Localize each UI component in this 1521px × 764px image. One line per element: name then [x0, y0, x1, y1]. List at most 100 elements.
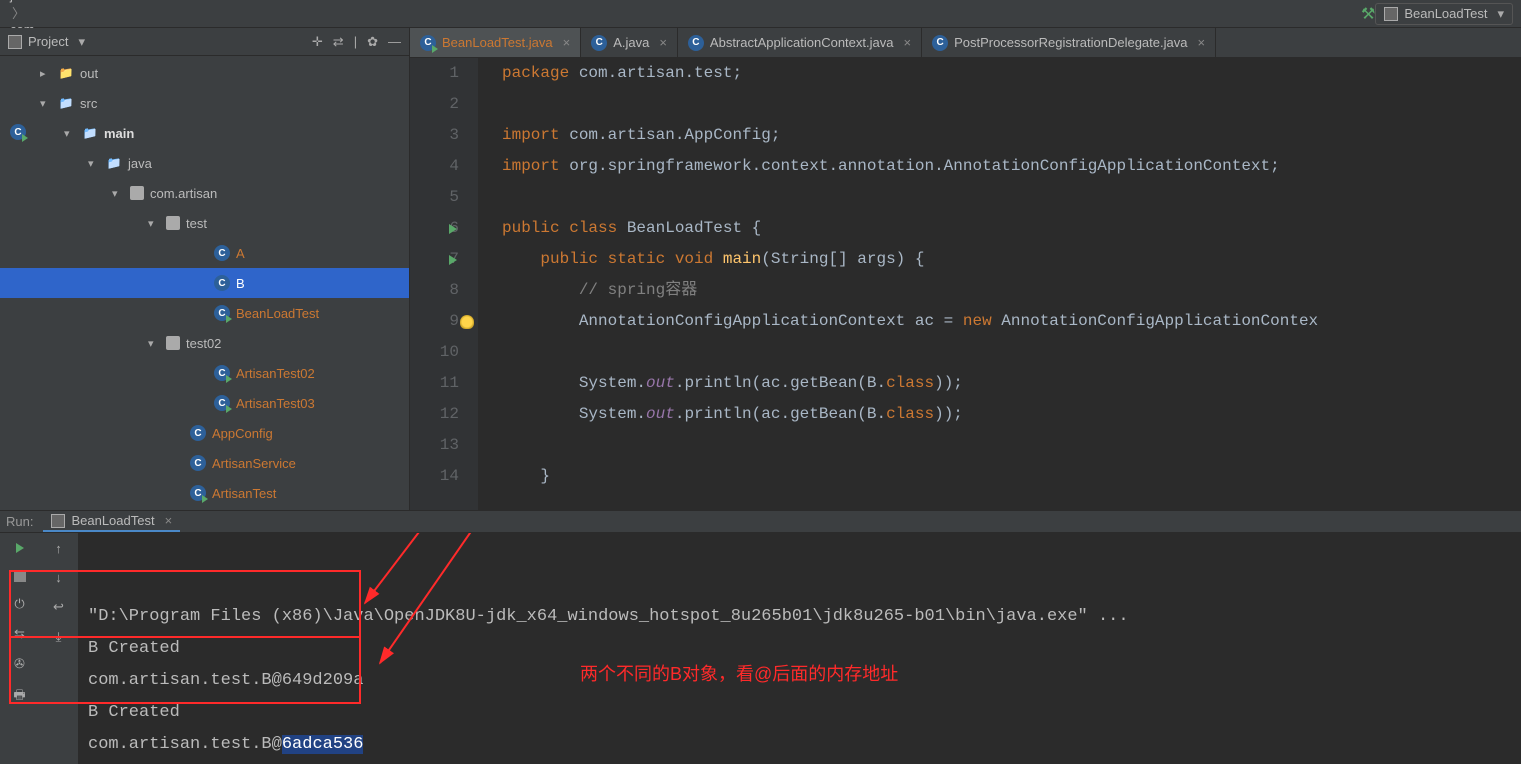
run-label: Run:	[6, 514, 33, 529]
close-icon[interactable]: ×	[903, 35, 911, 50]
close-icon[interactable]: ×	[165, 513, 173, 528]
tree-item[interactable]: CBeanLoadTest	[0, 298, 409, 328]
code-line[interactable]: package com.artisan.test;	[502, 58, 1521, 89]
project-icon	[8, 35, 22, 49]
code-line[interactable]: System.out.println(ac.getBean(B.class));	[502, 368, 1521, 399]
scroll-icon[interactable]: ⤓	[56, 629, 62, 645]
src-icon	[106, 155, 122, 171]
bulb-icon[interactable]	[460, 315, 474, 329]
console-output[interactable]: "D:\Program Files (x86)\Java\OpenJDK8U-j…	[78, 533, 1521, 764]
project-tree[interactable]: ▸out▾src▾main▾java▾com.artisan▾testCACBC…	[0, 56, 409, 510]
rerun-icon[interactable]	[16, 541, 24, 556]
print-icon[interactable]: 🖶	[13, 686, 25, 708]
folder-icon	[58, 65, 74, 81]
tree-item[interactable]: ▸out	[0, 58, 409, 88]
tree-item[interactable]: CArtisanTest02	[0, 358, 409, 388]
tree-item[interactable]: CArtisanTest	[0, 478, 409, 508]
close-icon[interactable]: ×	[659, 35, 667, 50]
project-title: Project	[28, 34, 68, 49]
chevron-down-icon[interactable]	[74, 34, 85, 50]
code-line[interactable]	[502, 89, 1521, 120]
tree-label: src	[80, 96, 97, 111]
console-line: "D:\Program Files (x86)\Java\OpenJDK8U-j…	[88, 601, 1511, 633]
tree-item[interactable]: CArtisanService	[0, 448, 409, 478]
run-gutter-icon[interactable]	[449, 255, 457, 265]
code-line[interactable]	[502, 182, 1521, 213]
code-line[interactable]: AnnotationConfigApplicationContext ac = …	[502, 306, 1521, 337]
editor-tab[interactable]: CA.java×	[581, 28, 678, 57]
locate-icon[interactable]: ✛	[312, 34, 323, 50]
code-line[interactable]: import com.artisan.AppConfig;	[502, 120, 1521, 151]
tree-item[interactable]: CArtisanTest03	[0, 388, 409, 418]
run-gutter-icon[interactable]	[449, 224, 457, 234]
code-line[interactable]: public static void main(String[] args) {	[502, 244, 1521, 275]
editor: CBeanLoadTest.java×CA.java× C AbstractAppl…	[410, 28, 1521, 510]
project-header: Project ✛ ⇄ | ✿ —	[0, 28, 409, 56]
tree-item[interactable]: ▾test02	[0, 328, 409, 358]
code-line[interactable]: public class BeanLoadTest {	[502, 213, 1521, 244]
tree-label: main	[104, 126, 134, 141]
code-line[interactable]	[502, 337, 1521, 368]
exit-icon[interactable]: ⏻	[14, 596, 24, 612]
tree-label: BeanLoadTest	[236, 306, 319, 321]
code-line[interactable]: System.out.println(ac.getBean(B.class));	[502, 399, 1521, 430]
src-icon	[58, 95, 74, 111]
code-line[interactable]	[502, 430, 1521, 461]
wrap-icon[interactable]: ↩	[53, 599, 64, 615]
tree-item[interactable]: CAppConfig	[0, 418, 409, 448]
src-icon	[82, 125, 98, 141]
tree-label: B	[236, 276, 245, 291]
tree-label: test	[186, 216, 207, 231]
code-lines[interactable]: package com.artisan.test; import com.arti…	[478, 58, 1521, 510]
tree-label: java	[128, 156, 152, 171]
tree-label: ArtisanService	[212, 456, 296, 471]
tree-label: test02	[186, 336, 221, 351]
tree-item[interactable]: ▾java	[0, 148, 409, 178]
divider: |	[354, 34, 357, 50]
close-icon[interactable]: ×	[1197, 35, 1205, 50]
close-icon[interactable]: ×	[563, 35, 571, 50]
hide-icon[interactable]: —	[388, 34, 401, 50]
chevron-down-icon	[1493, 6, 1504, 22]
editor-tab[interactable]: CBeanLoadTest.java×	[410, 28, 581, 57]
code-line[interactable]: }	[502, 461, 1521, 492]
run-tabbar: Run: BeanLoadTest ×	[0, 511, 1521, 533]
breadcrumb-seg[interactable]: java	[8, 0, 122, 3]
tree-item[interactable]: CB	[0, 268, 409, 298]
tree-label: ArtisanTest	[212, 486, 276, 501]
tree-item[interactable]: CA	[0, 238, 409, 268]
class-icon: C	[214, 275, 230, 291]
gear-icon[interactable]: ✿	[367, 34, 378, 50]
run-config-selector[interactable]: BeanLoadTest	[1375, 3, 1513, 25]
stop-icon[interactable]	[14, 570, 26, 582]
tab-label: AbstractApplicationContext.java	[710, 35, 894, 50]
run-tab-icon	[51, 514, 65, 528]
class-icon: C	[932, 35, 948, 51]
console-line: com.artisan.test.B@6adca536	[88, 729, 1511, 761]
tree-item[interactable]: ▾src	[0, 88, 409, 118]
tree-item[interactable]: ▾main	[0, 118, 409, 148]
code-line[interactable]: // spring容器	[502, 275, 1521, 306]
pkg-icon	[166, 336, 180, 350]
project-tool-window: Project ✛ ⇄ | ✿ — ▸out▾src▾main▾java▾com…	[0, 28, 410, 510]
up-icon[interactable]: ↑	[55, 541, 62, 556]
class-icon: C	[688, 35, 704, 51]
debug-icon[interactable]: ✇	[14, 656, 25, 672]
tree-label: A	[236, 246, 245, 261]
tree-item[interactable]: ▾com.artisan	[0, 178, 409, 208]
down-icon[interactable]: ↓	[55, 570, 62, 585]
tree-label: AppConfig	[212, 426, 273, 441]
editor-tab[interactable]: C AbstractApplicationContext.java ×	[678, 28, 922, 57]
editor-tab[interactable]: CPostProcessorRegistrationDelegate.java×	[922, 28, 1216, 57]
tree-item[interactable]: ▾test	[0, 208, 409, 238]
code-line[interactable]: import org.springframework.context.annot…	[502, 151, 1521, 182]
code-area[interactable]: 1234567891011121314 package com.artisan.…	[410, 58, 1521, 510]
chevron-right-icon: 〉	[12, 6, 25, 21]
expand-icon[interactable]: ⇄	[333, 34, 344, 50]
class-icon: C	[420, 35, 436, 51]
build-icon[interactable]: ⚒	[1361, 4, 1375, 24]
run-tab-label: BeanLoadTest	[71, 513, 154, 528]
run-tab[interactable]: BeanLoadTest ×	[43, 511, 180, 532]
layout-icon[interactable]: ⇆	[14, 626, 25, 642]
run-config-label: BeanLoadTest	[1404, 6, 1487, 21]
